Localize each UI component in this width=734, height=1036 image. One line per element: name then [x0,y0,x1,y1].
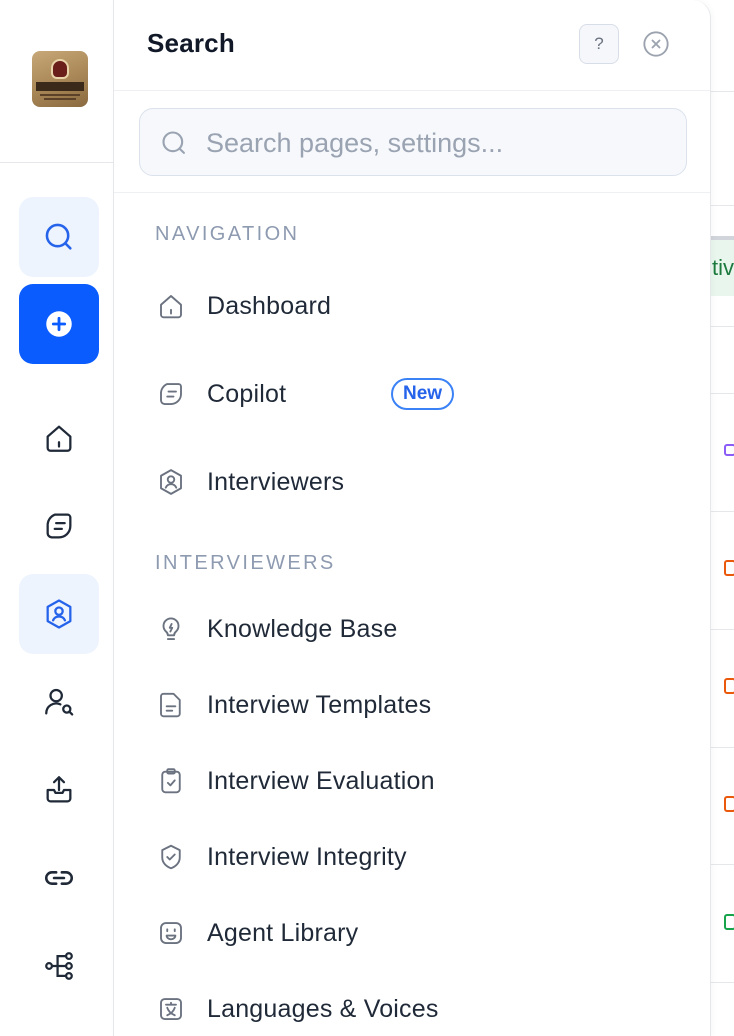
rail-workflow-button[interactable] [19,926,99,1006]
close-icon[interactable] [642,30,670,58]
shield-check-icon [161,844,181,870]
home-icon [46,425,72,452]
search-icon [45,223,72,250]
result-item-label: Copilot [207,379,287,408]
result-item-label: Dashboard [207,291,332,320]
result-item-label: Interview Evaluation [207,766,435,795]
section-heading-interviewers: INTERVIEWERS [155,552,336,574]
result-item-dashboard[interactable]: Dashboard [139,276,685,336]
result-item-label: Knowledge Base [207,614,398,643]
section-heading-navigation: NAVIGATION [155,223,300,245]
status-chip: tiv [710,240,734,296]
result-item-label: Agent Library [207,918,359,947]
rail-export-button[interactable] [19,750,99,830]
clipboard-check-icon [161,768,181,794]
new-badge: New [391,378,455,410]
result-item-label: Languages & Voices [207,994,439,1023]
robot-face-icon [160,922,182,944]
lightbulb-icon [162,617,180,640]
home-icon [160,295,182,319]
panel-title: Search [147,28,235,58]
link-icon [45,871,73,885]
rail-candidates-button[interactable] [19,662,99,742]
rail-copilot-button[interactable] [19,486,99,566]
document-icon [160,692,181,718]
help-button[interactable]: ? [579,24,619,64]
search-divider [114,192,710,193]
workflow-icon [45,952,73,980]
user-search-icon [45,688,74,716]
translate-icon [160,998,182,1020]
result-item-label: Interviewers [207,467,345,496]
rail-search-button[interactable] [19,197,99,277]
rail-add-button[interactable] [19,284,99,364]
rail-divider [0,162,113,163]
inbox-upload-icon [46,776,72,803]
interviewer-icon [160,469,182,495]
search-field[interactable] [139,108,687,176]
search-icon [162,131,185,154]
background-page: tiv [710,0,734,1036]
result-item-interview-integrity[interactable]: Interview Integrity [139,827,685,887]
result-item-interview-evaluation[interactable]: Interview Evaluation [139,751,685,811]
result-item-interviewers[interactable]: Interviewers [139,452,685,512]
rail-integrations-button[interactable] [19,838,99,918]
search-panel: Search ? NAVIGATION Dashboard Copilot Ne… [113,0,711,1036]
add-icon [46,311,72,337]
copilot-icon [46,513,72,539]
interviewer-icon [46,599,72,629]
header-divider [114,90,710,91]
result-item-copilot[interactable]: Copilot New [139,364,685,424]
company-logo[interactable] [32,51,88,107]
left-rail [0,0,113,1036]
result-item-knowledge-base[interactable]: Knowledge Base [139,599,685,659]
rail-interviewers-button[interactable] [19,574,99,654]
result-item-label: Interview Integrity [207,842,407,871]
search-input[interactable] [206,121,666,165]
result-item-interview-templates[interactable]: Interview Templates [139,675,685,735]
result-item-languages-voices[interactable]: Languages & Voices [139,979,685,1036]
result-item-agent-library[interactable]: Agent Library [139,903,685,963]
result-item-label: Interview Templates [207,690,432,719]
copilot-icon [160,383,182,405]
rail-home-button[interactable] [19,398,99,478]
